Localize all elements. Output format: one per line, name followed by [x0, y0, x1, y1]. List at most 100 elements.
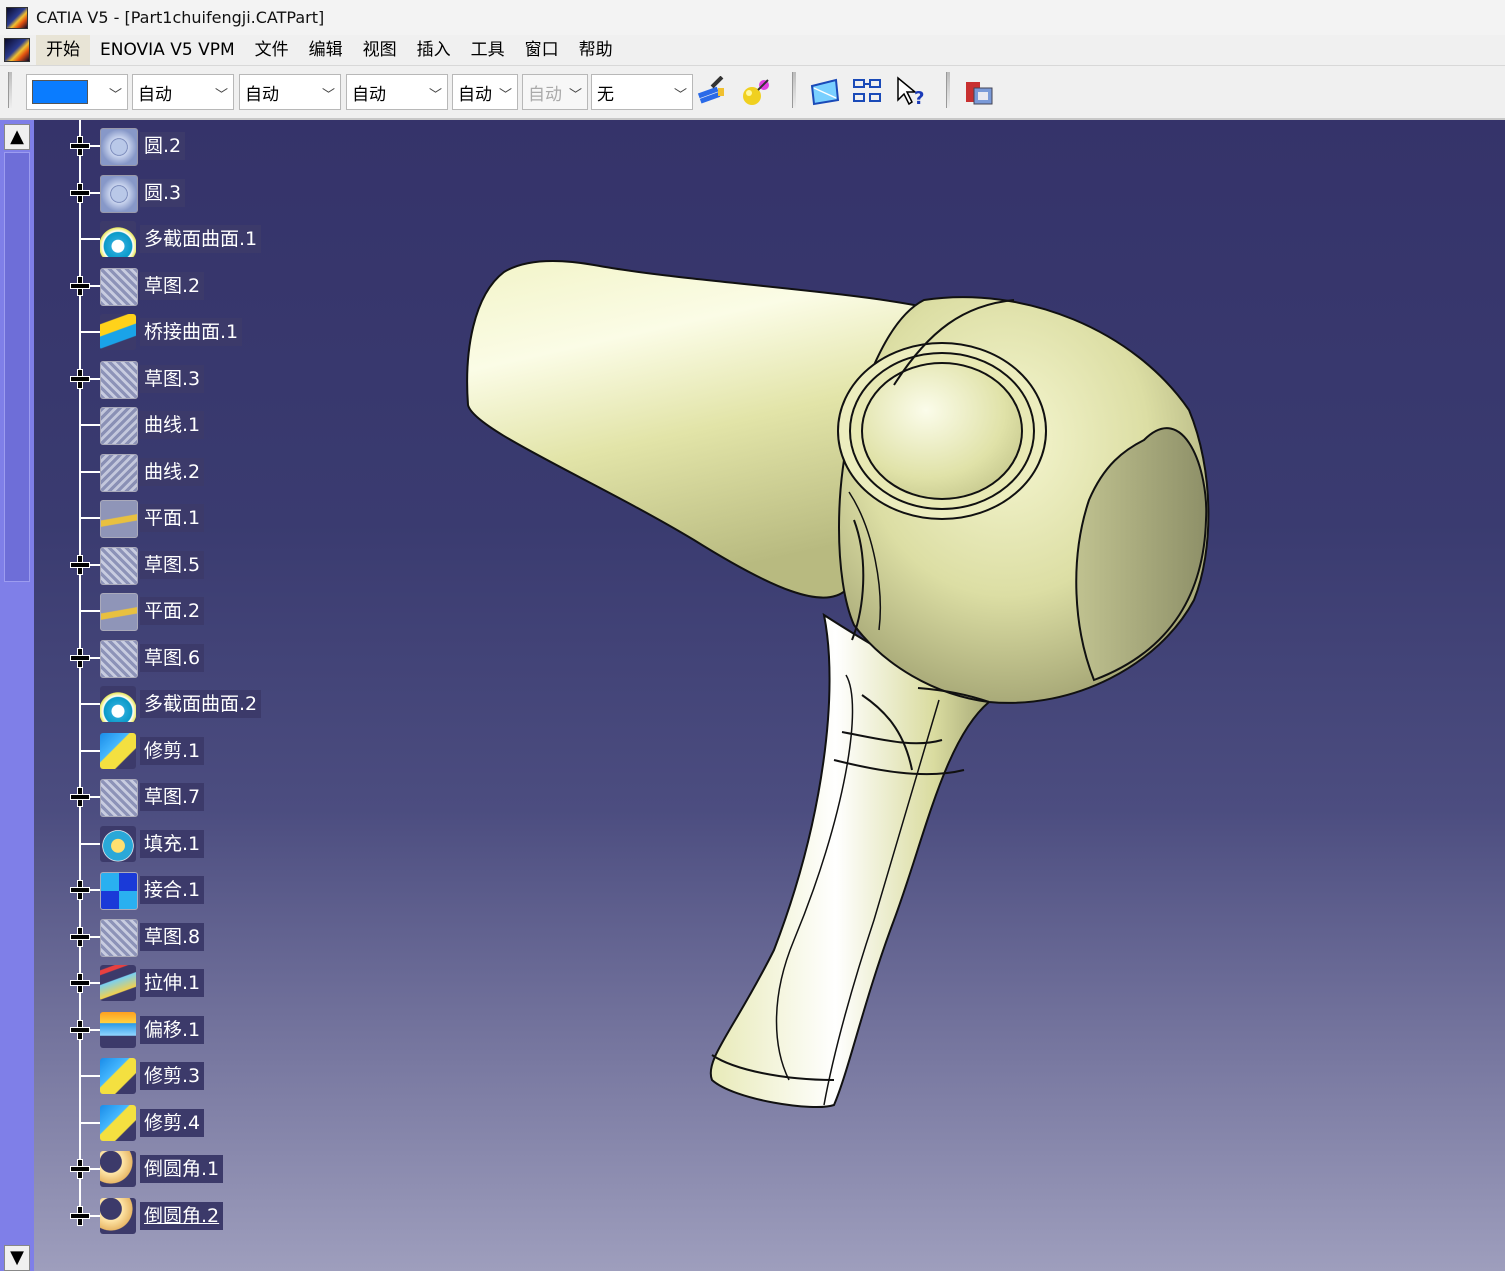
menu-file[interactable]: 文件	[245, 35, 299, 65]
chevron-down-icon: ﹀	[568, 88, 582, 103]
tree-connector	[80, 1075, 100, 1077]
extrude-icon[interactable]	[100, 965, 136, 1001]
point-type-combo[interactable]: 自动 ﹀	[452, 74, 518, 110]
plane-icon[interactable]	[100, 593, 138, 631]
menu-enovia[interactable]: ENOVIA V5 VPM	[90, 35, 245, 65]
color-combo[interactable]: ﹀	[26, 74, 128, 110]
tree-node-label[interactable]: 桥接曲面.1	[140, 318, 243, 346]
multi-section-surface-icon[interactable]	[100, 686, 136, 722]
toolbar-grip[interactable]	[792, 72, 796, 108]
expand-plus-icon[interactable]	[70, 1206, 90, 1226]
tree-node-label[interactable]: 修剪.3	[140, 1062, 205, 1090]
tree-connector	[80, 703, 100, 705]
tree-node-label[interactable]: 填充.1	[140, 829, 205, 858]
circle-icon[interactable]	[100, 174, 138, 213]
sketch-icon[interactable]	[100, 267, 138, 306]
curve-icon[interactable]	[100, 407, 138, 445]
tree-node-label[interactable]: 多截面曲面.2	[140, 690, 262, 718]
toolbar-grip[interactable]	[8, 72, 12, 108]
tree-node-label[interactable]: 草图.3	[140, 364, 205, 393]
transparency-combo[interactable]: 自动 ﹀	[132, 74, 234, 110]
plane-icon[interactable]	[100, 500, 138, 538]
sketch-icon[interactable]	[100, 360, 138, 399]
fill-icon[interactable]	[100, 825, 136, 862]
tree-node-label[interactable]: 倒圆角.1	[140, 1155, 224, 1183]
join-icon[interactable]	[100, 872, 138, 910]
sketch-icon[interactable]	[100, 779, 138, 817]
tree-node-label[interactable]: 草图.6	[140, 643, 205, 672]
expand-plus-icon[interactable]	[70, 648, 90, 668]
tree-node-label[interactable]: 平面.1	[140, 504, 205, 532]
tree-node-label[interactable]: 接合.1	[140, 876, 205, 904]
expand-plus-icon[interactable]	[70, 787, 90, 807]
tree-node-label[interactable]: 修剪.1	[140, 736, 205, 765]
expand-plus-icon[interactable]	[70, 136, 90, 156]
title-bar: CATIA V5 - [Part1chuifengji.CATPart]	[0, 0, 1505, 35]
menu-insert[interactable]: 插入	[407, 35, 461, 65]
expand-plus-icon[interactable]	[70, 369, 90, 389]
scroll-thumb[interactable]	[4, 152, 30, 582]
circle-icon[interactable]	[100, 128, 138, 166]
menu-start[interactable]: 开始	[36, 35, 90, 65]
tree-node-label[interactable]: 平面.2	[140, 597, 205, 625]
curve-icon[interactable]	[100, 453, 138, 492]
apply-material-icon[interactable]	[740, 76, 774, 108]
chevron-down-icon: ﹀	[498, 88, 512, 103]
menu-window[interactable]: 窗口	[515, 35, 569, 65]
expand-plus-icon[interactable]	[70, 927, 90, 947]
sketch-icon[interactable]	[100, 918, 138, 957]
toolbar-grip[interactable]	[946, 72, 950, 108]
menu-tools[interactable]: 工具	[461, 35, 515, 65]
tree-node-label[interactable]: 草图.7	[140, 783, 205, 811]
tree-connector	[80, 238, 100, 240]
tree-node-label[interactable]: 草图.5	[140, 550, 205, 579]
trim-icon[interactable]	[100, 732, 136, 769]
tree-node-label[interactable]: 圆.3	[140, 178, 186, 207]
tree-node-label[interactable]: 多截面曲面.1	[140, 225, 262, 253]
catalog-browser-icon[interactable]	[962, 76, 996, 108]
fillet-icon[interactable]	[100, 1197, 136, 1234]
tree-node-label[interactable]: 草图.8	[140, 922, 205, 951]
menu-edit[interactable]: 编辑	[299, 35, 353, 65]
menu-help[interactable]: 帮助	[569, 35, 623, 65]
expand-plus-icon[interactable]	[70, 1020, 90, 1040]
tree-node-label[interactable]: 草图.2	[140, 271, 205, 300]
line-type-combo[interactable]: 自动 ﹀	[346, 74, 448, 110]
select-icon[interactable]	[852, 76, 886, 108]
point-type-value: 自动	[458, 84, 492, 105]
tree-node-label[interactable]: 倒圆角.2	[140, 1201, 224, 1230]
blend-surface-icon[interactable]	[100, 314, 136, 350]
tree-node-label[interactable]: 偏移.1	[140, 1015, 205, 1044]
line-thickness-combo[interactable]: 自动 ﹀	[239, 74, 341, 110]
trim-icon[interactable]	[100, 1058, 136, 1094]
sketch-icon[interactable]	[100, 546, 138, 585]
scroll-down-button[interactable]: ▼	[4, 1245, 30, 1271]
expand-plus-icon[interactable]	[70, 1159, 90, 1179]
painter-icon[interactable]	[696, 76, 730, 108]
tree-node-label[interactable]: 修剪.4	[140, 1108, 205, 1137]
expand-plus-icon[interactable]	[70, 183, 90, 203]
tree-node-label[interactable]: 拉伸.1	[140, 969, 205, 997]
multi-section-surface-icon[interactable]	[100, 221, 136, 257]
expand-plus-icon[interactable]	[70, 276, 90, 296]
viewport-scrollbar[interactable]: ▲ ▼	[0, 120, 34, 1271]
sketcher-icon[interactable]	[808, 76, 842, 108]
expand-plus-icon[interactable]	[70, 880, 90, 900]
expand-plus-icon[interactable]	[70, 973, 90, 993]
scroll-up-button[interactable]: ▲	[4, 124, 30, 150]
sketch-icon[interactable]	[100, 639, 138, 678]
menu-view[interactable]: 视图	[353, 35, 407, 65]
offset-icon[interactable]	[100, 1011, 136, 1048]
tree-node-label[interactable]: 圆.2	[140, 132, 186, 160]
catia-menu-icon[interactable]	[4, 38, 30, 62]
trim-icon[interactable]	[100, 1104, 136, 1141]
graphic-properties-toolbar: ﹀ 自动 ﹀ 自动 ﹀ 自动 ﹀ 自动 ﹀ 自动 ﹀ 无 ﹀ ?	[0, 66, 1505, 120]
tree-node-label[interactable]: 曲线.2	[140, 457, 205, 486]
fillet-icon[interactable]	[100, 1151, 136, 1187]
layer-combo[interactable]: 无 ﹀	[591, 74, 693, 110]
line-type-value: 自动	[352, 84, 386, 105]
tree-node-label[interactable]: 曲线.1	[140, 411, 205, 439]
chevron-down-icon: ﹀	[673, 88, 687, 103]
whats-this-icon[interactable]: ?	[894, 76, 928, 108]
expand-plus-icon[interactable]	[70, 555, 90, 575]
